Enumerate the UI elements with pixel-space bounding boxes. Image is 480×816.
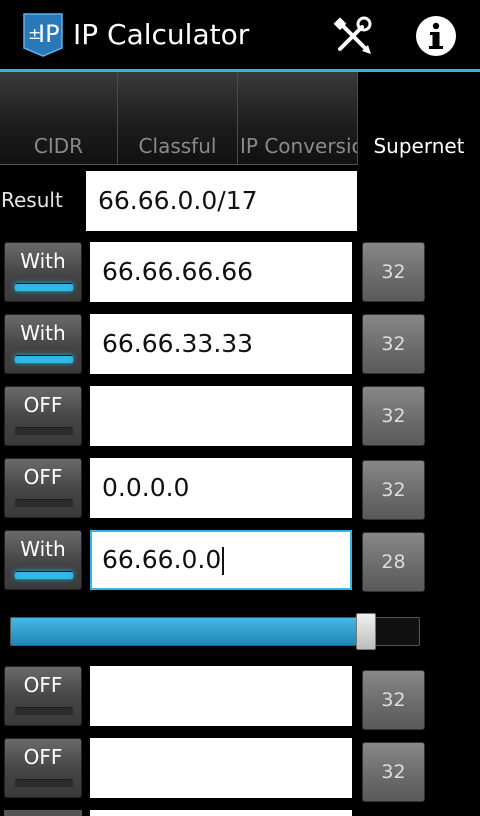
toggle-indicator (15, 355, 73, 363)
tab-divider (0, 164, 358, 165)
tab-label: IP Conversio (240, 134, 358, 158)
toggle-label: With (20, 537, 66, 561)
toggle-label: OFF (23, 673, 63, 697)
app-title: IP Calculator (73, 18, 250, 51)
info-icon[interactable] (414, 14, 458, 58)
ip-input-7[interactable] (90, 738, 352, 798)
tab-supernet[interactable]: Supernet (358, 72, 480, 164)
ip-input-5[interactable]: 66.66.0.0 (90, 530, 352, 590)
toggle-indicator (15, 427, 73, 435)
ip-input-1[interactable]: 66.66.66.66 (90, 242, 352, 302)
svg-text:IP: IP (38, 20, 60, 48)
toggle-button-4[interactable]: OFF (4, 458, 82, 518)
toggle-indicator (15, 283, 73, 291)
result-field[interactable]: 66.66.0.0/17 (86, 171, 357, 231)
prefix-button-3[interactable]: 32 (362, 386, 425, 446)
prefix-button-4[interactable]: 32 (362, 460, 425, 520)
toggle-button-7[interactable]: OFF (4, 738, 82, 798)
tab-cidr[interactable]: CIDR (0, 72, 118, 164)
slider-thumb[interactable] (356, 613, 376, 650)
toggle-indicator (15, 779, 73, 787)
toggle-button-6[interactable]: OFF (4, 666, 82, 726)
toggle-label: OFF (23, 745, 63, 769)
ip-input-4[interactable]: 0.0.0.0 (90, 458, 352, 518)
ip-input-6[interactable] (90, 666, 352, 726)
app-logo-icon: ± IP (22, 12, 64, 58)
tab-label: CIDR (33, 134, 84, 158)
toggle-indicator (15, 499, 73, 507)
tab-classful[interactable]: Classful (118, 72, 238, 164)
tab-ip-conversion[interactable]: IP Conversio (238, 72, 358, 164)
tab-label: Supernet (373, 134, 465, 158)
ip-input-5-value: 66.66.0.0 (102, 545, 222, 574)
toggle-button-1[interactable]: With (4, 242, 82, 302)
toggle-label: With (20, 321, 66, 345)
prefix-button-6[interactable]: 32 (362, 670, 425, 730)
slider-fill (11, 618, 358, 645)
tab-label: Classful (138, 134, 217, 158)
ip-input-2[interactable]: 66.66.33.33 (90, 314, 352, 374)
toggle-indicator (15, 707, 73, 715)
ip-input-3[interactable] (90, 386, 352, 446)
toggle-button-8[interactable] (4, 810, 82, 816)
prefix-button-2[interactable]: 32 (362, 314, 425, 374)
text-cursor (222, 547, 225, 575)
prefix-button-1[interactable]: 32 (362, 242, 425, 302)
toggle-label: OFF (23, 393, 63, 417)
toggle-button-3[interactable]: OFF (4, 386, 82, 446)
toggle-label: OFF (23, 465, 63, 489)
toggle-label: With (20, 249, 66, 273)
action-bar: ± IP IP Calculator (0, 0, 480, 70)
wrench-screwdriver-icon[interactable] (332, 15, 374, 57)
toggle-indicator (15, 571, 73, 579)
prefix-button-7[interactable]: 32 (362, 742, 425, 802)
toggle-button-5[interactable]: With (4, 530, 82, 590)
prefix-button-5[interactable]: 28 (362, 532, 425, 592)
ip-input-8[interactable] (90, 810, 352, 816)
result-label: Result (1, 188, 63, 212)
toggle-button-2[interactable]: With (4, 314, 82, 374)
